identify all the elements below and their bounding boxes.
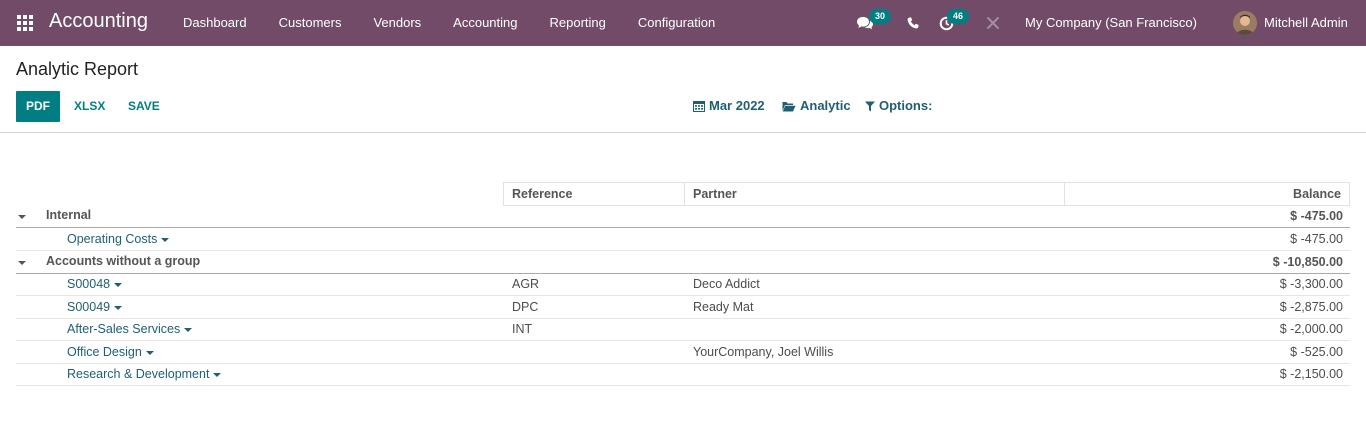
account-name[interactable]: S00049 [67,300,110,314]
menu-accounting[interactable]: Accounting [437,0,533,46]
folder-open-icon [782,101,796,111]
calendar-icon [693,101,705,112]
group-name[interactable]: Internal [46,208,91,222]
reference-cell: AGR [512,277,540,291]
column-header-partner: Partner [684,182,1065,206]
phone-icon [907,17,919,29]
funnel-icon [865,101,875,111]
caret-down-icon[interactable] [145,350,154,355]
table-row: S00048 AGR Deco Addict $ -3,300.00 [16,273,1350,296]
account-name[interactable]: Operating Costs [67,232,157,246]
table-row: After-Sales Services INT $ -2,000.00 [16,318,1350,341]
account-name[interactable]: Research & Development [67,367,209,381]
menu-customers[interactable]: Customers [263,0,358,46]
account-link[interactable]: Research & Development [67,367,222,381]
debug-button[interactable] [986,0,1001,46]
main-menu: Dashboard Customers Vendors Accounting R… [167,0,731,46]
phone-button[interactable] [907,0,921,46]
reference-cell: INT [512,322,533,336]
analytic-filter[interactable]: Analytic [782,97,851,115]
caret-down-icon[interactable] [18,215,26,219]
menu-reporting[interactable]: Reporting [534,0,622,46]
top-navbar: Accounting Dashboard Customers Vendors A… [0,0,1366,46]
messages-count-badge: 30 [869,9,891,24]
group-row[interactable]: Accounts without a group $ -10,850.00 [16,251,1350,274]
balance-cell: $ -2,000.00 [1279,322,1343,336]
apps-grid-icon[interactable] [17,15,33,31]
partner-cell: YourCompany, Joel Willis [693,345,834,359]
table-row: Office Design YourCompany, Joel Willis $… [16,341,1350,364]
balance-cell: $ -2,150.00 [1279,367,1343,381]
column-header-balance: Balance [1064,182,1350,206]
account-link[interactable]: Office Design [67,345,154,359]
avatar-image-icon [1233,11,1257,35]
caret-down-icon[interactable] [161,237,170,242]
table-row: S00049 DPC Ready Mat $ -2,875.00 [16,296,1350,319]
caret-down-icon[interactable] [18,261,26,265]
account-name[interactable]: After-Sales Services [67,322,180,336]
table-row: Operating Costs $ -475.00 [16,228,1350,251]
date-filter-label: Mar 2022 [709,98,765,113]
analytic-filter-label: Analytic [800,98,851,113]
balance-cell: $ -525.00 [1290,345,1343,359]
partner-cell: Deco Addict [693,277,760,291]
group-name[interactable]: Accounts without a group [46,254,200,268]
app-name[interactable]: Accounting [49,10,148,33]
column-header-reference: Reference [503,182,685,206]
group-row[interactable]: Internal $ -475.00 [16,205,1350,228]
balance-cell: $ -2,875.00 [1279,300,1343,314]
partner-cell: Ready Mat [693,300,754,314]
options-filter[interactable]: Options: [865,97,932,115]
account-link[interactable]: Operating Costs [67,232,170,246]
caret-down-icon[interactable] [184,327,193,332]
account-link[interactable]: S00049 [67,300,123,314]
options-filter-label: Options: [879,98,933,113]
caret-down-icon[interactable] [114,282,123,287]
page-title: Analytic Report [16,59,139,79]
menu-dashboard[interactable]: Dashboard [167,0,263,46]
account-link[interactable]: After-Sales Services [67,322,193,336]
user-avatar[interactable] [1233,11,1257,35]
menu-configuration[interactable]: Configuration [622,0,731,46]
company-switcher[interactable]: My Company (San Francisco) [1025,15,1197,30]
reference-cell: DPC [512,300,539,314]
caret-down-icon[interactable] [114,305,123,310]
menu-vendors[interactable]: Vendors [357,0,437,46]
balance-cell: $ -475.00 [1290,232,1343,246]
table-row: Research & Development $ -2,150.00 [16,363,1350,386]
balance-cell: $ -3,300.00 [1279,277,1343,291]
user-menu[interactable]: Mitchell Admin [1264,15,1348,30]
group-balance: $ -475.00 [1290,209,1343,223]
caret-down-icon[interactable] [213,372,222,377]
date-filter[interactable]: Mar 2022 [693,97,765,115]
group-balance: $ -10,850.00 [1272,255,1343,269]
account-link[interactable]: S00048 [67,277,123,291]
pdf-button[interactable]: PDF [16,91,60,122]
control-panel-divider [0,132,1366,133]
save-button[interactable]: SAVE [128,91,160,122]
debug-icon [987,17,999,29]
activities-count-badge: 46 [947,9,969,24]
account-name[interactable]: Office Design [67,345,142,359]
xlsx-button[interactable]: XLSX [74,91,105,122]
account-name[interactable]: S00048 [67,277,110,291]
